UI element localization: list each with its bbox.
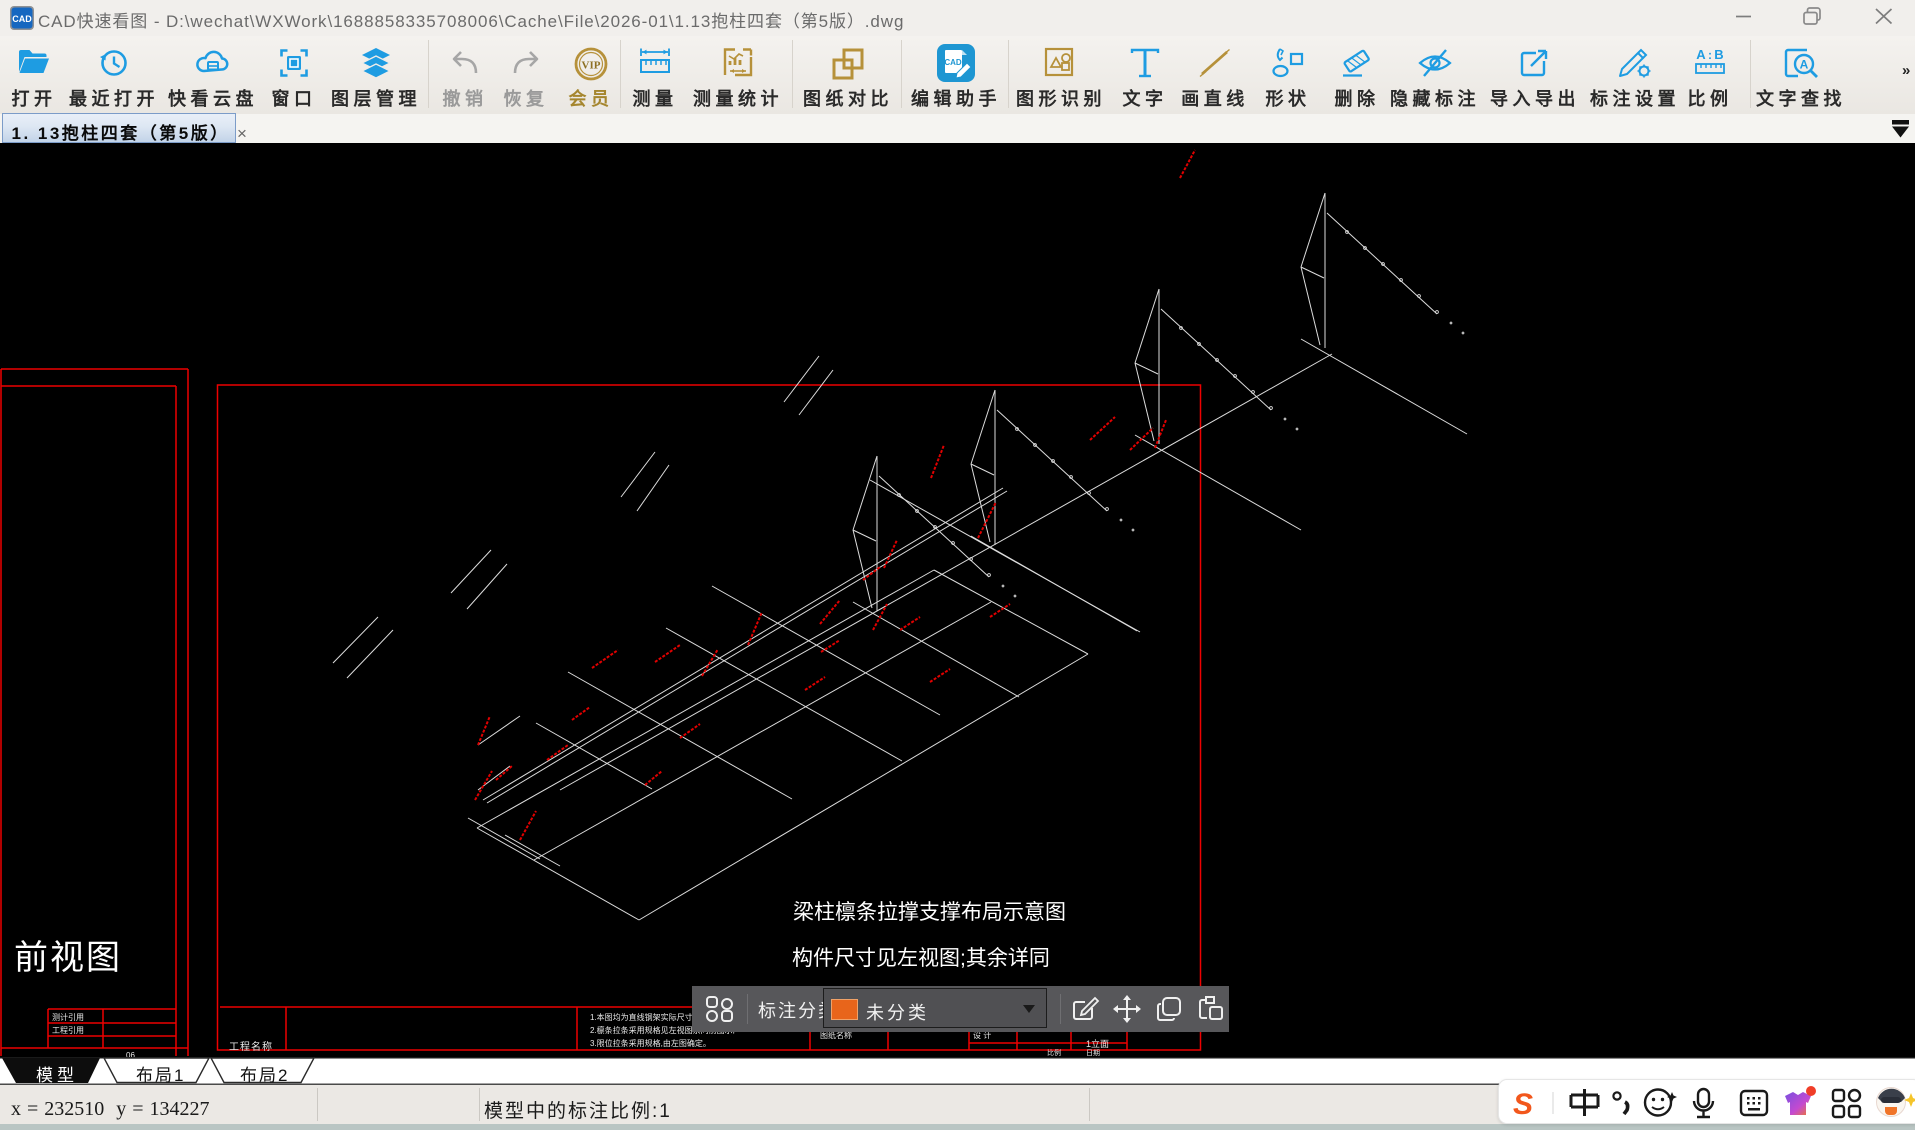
svg-text:工程引用: 工程引用: [52, 1026, 84, 1035]
svg-text::: :: [1708, 48, 1712, 62]
svg-text:CAD: CAD: [944, 58, 962, 67]
svg-text:A: A: [1696, 47, 1706, 62]
svg-text:VIP: VIP: [582, 60, 601, 72]
svg-text:比例: 比例: [1047, 1048, 1061, 1057]
svg-text:A: A: [1800, 58, 1809, 72]
svg-text:3.限位拉条采用规格,由左图确定。: 3.限位拉条采用规格,由左图确定。: [590, 1038, 711, 1048]
svg-text:CAD: CAD: [12, 14, 32, 24]
svg-text:工程名称: 工程名称: [229, 1040, 273, 1053]
svg-text:B: B: [1714, 47, 1723, 62]
svg-text:S: S: [1513, 1088, 1533, 1121]
svg-text:1立面: 1立面: [1086, 1038, 1109, 1049]
svg-text:日期: 日期: [1086, 1049, 1100, 1057]
svg-text:测计引用: 测计引用: [52, 1012, 84, 1022]
